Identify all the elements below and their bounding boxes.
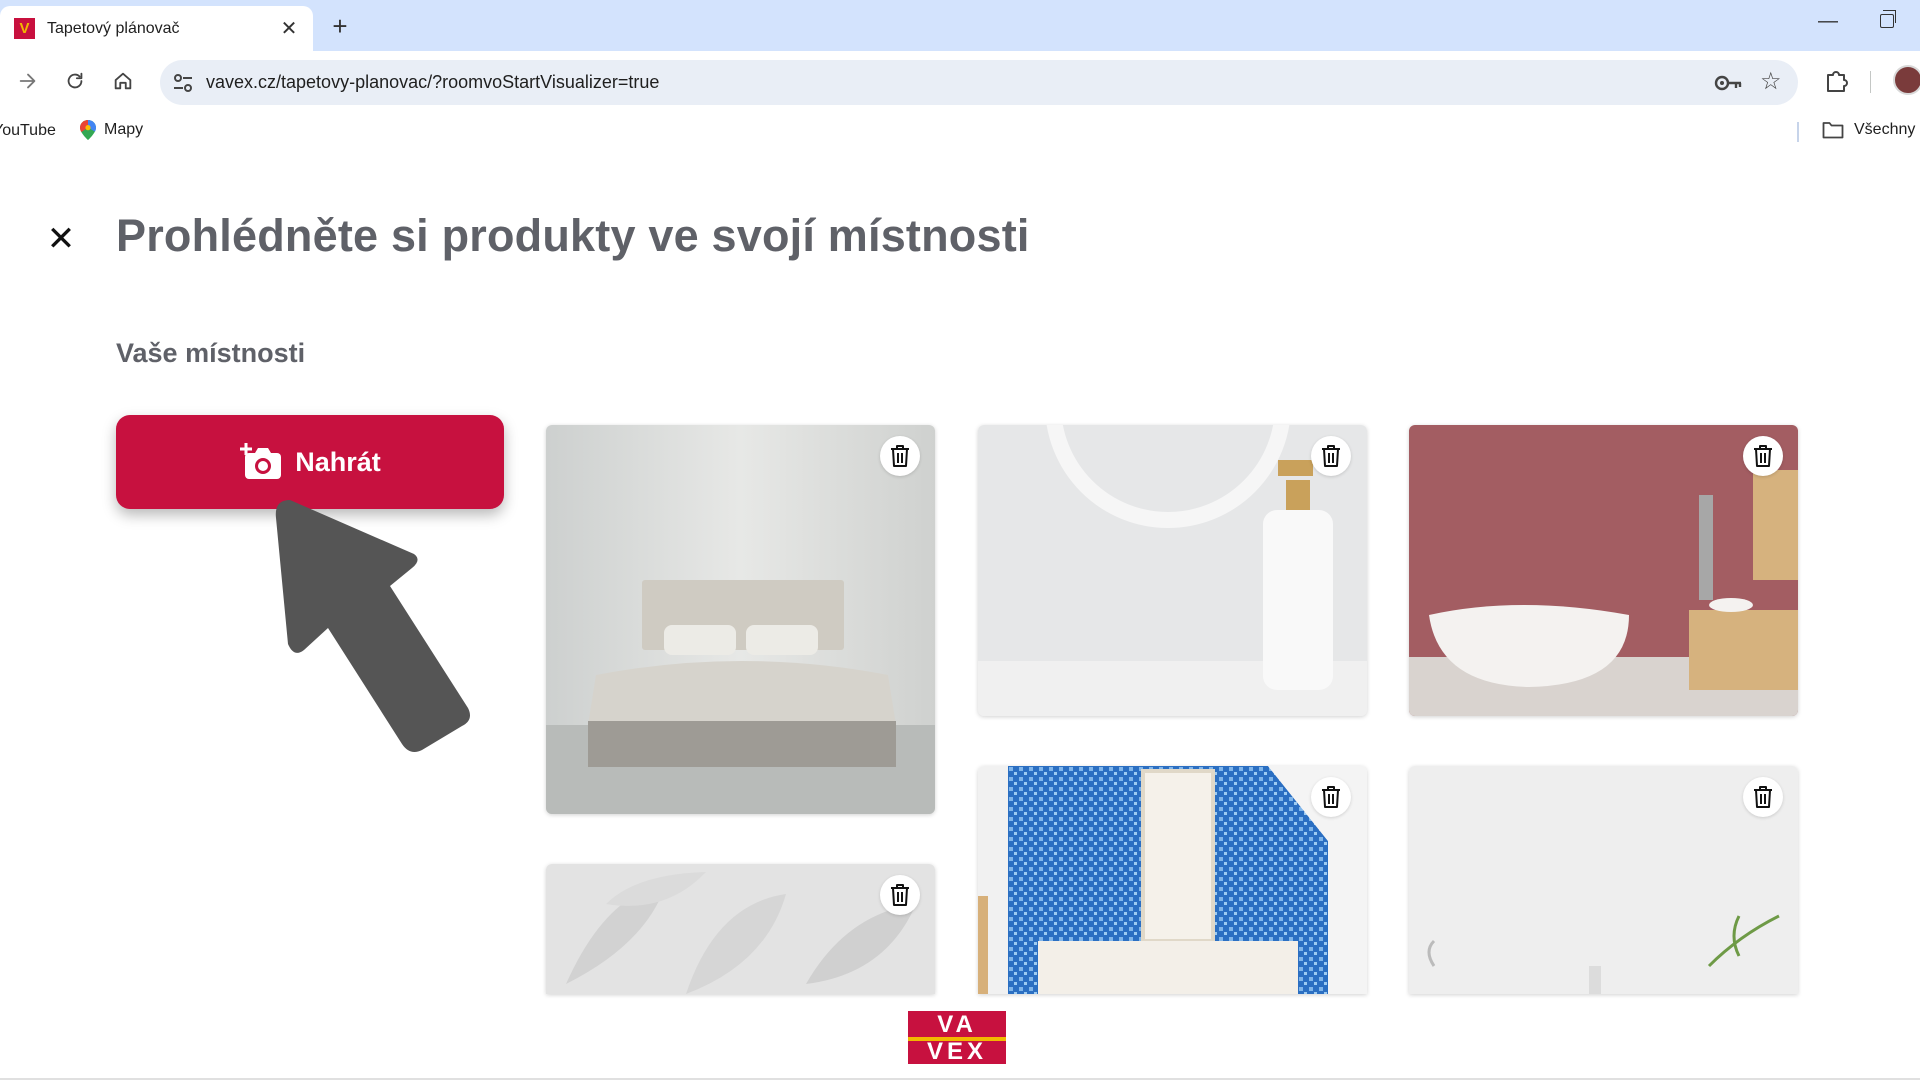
upload-label: Nahrát	[295, 446, 381, 477]
room-tile-white-wall[interactable]	[1409, 766, 1798, 994]
room-image-white-wall	[1409, 766, 1798, 994]
trash-icon[interactable]	[1743, 436, 1783, 476]
bookmark-star-icon[interactable]: ☆	[1760, 67, 1782, 96]
bookmark-mapy[interactable]: Mapy	[80, 120, 143, 140]
all-bookmarks-label: Všechny z	[1854, 121, 1920, 138]
room-tile-leaf-wallpaper[interactable]	[546, 864, 935, 994]
trash-icon[interactable]	[1311, 777, 1351, 817]
bookmark-youtube[interactable]: YouTube	[0, 122, 56, 140]
browser-tab[interactable]: V Tapetový plánovač ✕	[0, 6, 313, 51]
restore-window-icon[interactable]	[1880, 10, 1896, 28]
site-info-icon[interactable]	[170, 70, 196, 96]
new-tab-button[interactable]: +	[325, 11, 355, 41]
page-title: Prohlédněte si produkty ve svojí místnos…	[116, 210, 1030, 261]
tab-close-icon[interactable]: ✕	[277, 16, 301, 41]
all-bookmarks-button[interactable]: Všechny z	[1822, 121, 1920, 139]
password-key-icon[interactable]	[1713, 69, 1743, 97]
extensions-icon[interactable]	[1820, 65, 1852, 97]
room-image-white-bottle	[978, 425, 1367, 716]
trash-icon[interactable]	[1743, 777, 1783, 817]
room-image-bedroom	[546, 425, 935, 814]
browser-toolbar: vavex.cz/tapetovy-planovac/?roomvoStartV…	[0, 51, 1920, 114]
bookmark-mapy-label: Mapy	[104, 121, 144, 138]
tab-title: Tapetový plánovač	[47, 19, 180, 37]
minimize-window-icon[interactable]: —	[1818, 10, 1838, 33]
forward-icon[interactable]	[12, 65, 44, 97]
pointer-arrow-icon	[275, 500, 470, 752]
logo-line-1: VA	[937, 1011, 977, 1038]
room-image-blue-mosaic-bathroom	[978, 766, 1367, 994]
address-bar[interactable]: vavex.cz/tapetovy-planovac/?roomvoStartV…	[160, 60, 1798, 105]
vavex-favicon-icon: V	[14, 18, 35, 39]
toolbar-separator	[1870, 71, 1871, 93]
logo-line-2: VEX	[926, 1038, 988, 1065]
browser-tab-strip: V Tapetový plánovač ✕ + —	[0, 0, 1920, 51]
room-image-red-bathroom	[1409, 425, 1798, 716]
reload-icon[interactable]	[59, 65, 91, 97]
trash-icon[interactable]	[880, 436, 920, 476]
url-text: vavex.cz/tapetovy-planovac/?roomvoStartV…	[206, 72, 660, 92]
vavex-logo: VA VEX	[908, 1011, 1006, 1064]
folder-icon	[1822, 122, 1844, 139]
bookmarks-separator	[1797, 122, 1799, 142]
room-image-leaf-wallpaper	[546, 864, 935, 994]
section-title: Vaše místnosti	[116, 338, 306, 368]
add-photo-icon	[240, 443, 282, 479]
room-tile-bedroom[interactable]	[546, 425, 935, 814]
room-tile-red-bathroom[interactable]	[1409, 425, 1798, 716]
close-visualizer-button[interactable]: ✕	[44, 222, 78, 256]
profile-avatar[interactable]	[1893, 65, 1920, 95]
room-tile-white-bottle[interactable]	[978, 425, 1367, 716]
room-tile-blue-mosaic-bathroom[interactable]	[978, 766, 1367, 994]
home-icon[interactable]	[107, 65, 139, 97]
map-pin-icon	[80, 120, 96, 140]
trash-icon[interactable]	[1311, 436, 1351, 476]
bookmarks-bar: YouTube Mapy Všechny z	[0, 114, 1920, 150]
trash-icon[interactable]	[880, 875, 920, 915]
